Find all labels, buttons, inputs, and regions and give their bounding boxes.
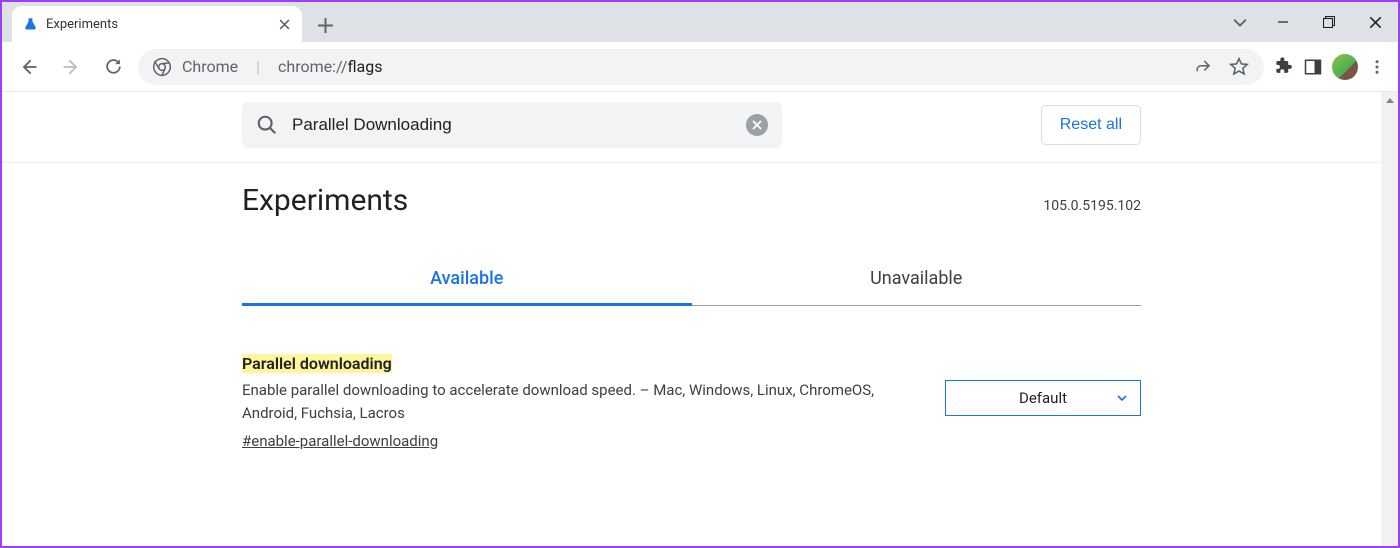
url-text: chrome://flags: [278, 57, 382, 76]
flag-title: Parallel downloading: [242, 354, 905, 373]
tab-strip: Experiments: [2, 2, 1398, 42]
extensions-icon[interactable]: [1272, 56, 1294, 78]
search-icon: [256, 114, 278, 136]
chevron-down-icon: [1116, 392, 1128, 404]
scrollbar[interactable]: [1381, 92, 1398, 546]
close-tab-icon[interactable]: [276, 16, 292, 32]
tab-title: Experiments: [46, 17, 268, 32]
flask-icon: [22, 16, 38, 32]
clear-search-icon[interactable]: [746, 114, 768, 136]
browser-tab[interactable]: Experiments: [12, 6, 302, 42]
menu-icon[interactable]: [1366, 56, 1388, 78]
share-icon[interactable]: [1192, 56, 1214, 78]
address-bar[interactable]: Chrome | chrome://flags: [138, 49, 1264, 85]
window-controls: [1220, 2, 1398, 42]
new-tab-button[interactable]: [308, 8, 342, 42]
page-content: Reset all Experiments 105.0.5195.102 Ava…: [2, 92, 1381, 546]
profile-avatar[interactable]: [1332, 54, 1358, 80]
minimize-button[interactable]: [1260, 2, 1306, 42]
flag-description: Enable parallel downloading to accelerat…: [242, 379, 905, 426]
chrome-icon: [152, 57, 172, 77]
url-scheme-label: Chrome: [182, 57, 238, 76]
reset-all-button[interactable]: Reset all: [1041, 105, 1141, 145]
flag-entry: Parallel downloading Enable parallel dow…: [242, 354, 1141, 450]
chrome-version: 105.0.5195.102: [1043, 198, 1141, 214]
flag-state-select[interactable]: Default: [945, 380, 1141, 416]
flag-select-value: Default: [1019, 389, 1067, 407]
reload-button[interactable]: [96, 50, 130, 84]
back-button[interactable]: [12, 50, 46, 84]
forward-button[interactable]: [54, 50, 88, 84]
flags-search-box[interactable]: [242, 102, 782, 148]
url-separator: |: [256, 57, 260, 76]
bookmark-icon[interactable]: [1228, 56, 1250, 78]
flags-search-input[interactable]: [292, 115, 732, 135]
flag-anchor-link[interactable]: #enable-parallel-downloading: [242, 432, 438, 450]
page-title: Experiments: [242, 183, 408, 218]
flags-tabs: Available Unavailable: [242, 258, 1141, 306]
close-window-button[interactable]: [1352, 2, 1398, 42]
tab-search-icon[interactable]: [1220, 15, 1260, 29]
tab-available[interactable]: Available: [242, 258, 692, 306]
side-panel-icon[interactable]: [1302, 56, 1324, 78]
tab-unavailable[interactable]: Unavailable: [692, 258, 1142, 306]
scroll-up-icon[interactable]: [1381, 92, 1398, 109]
maximize-button[interactable]: [1306, 2, 1352, 42]
browser-toolbar: Chrome | chrome://flags: [2, 42, 1398, 92]
